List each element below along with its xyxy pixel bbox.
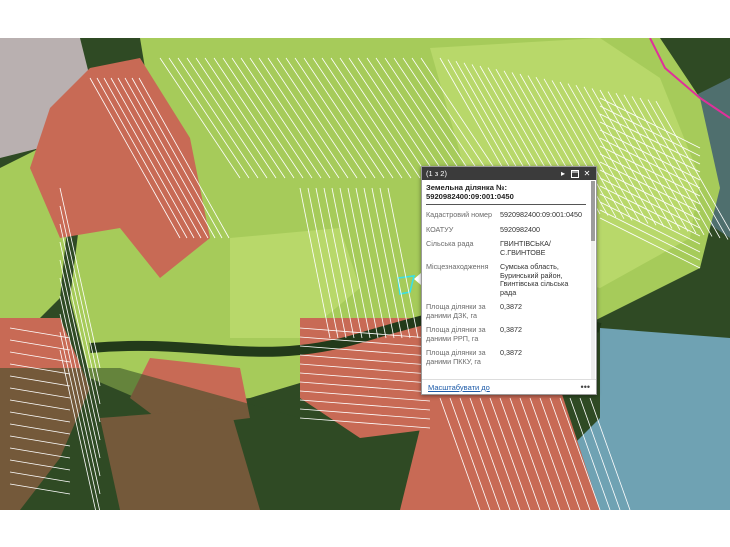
popup-scrollbar[interactable] bbox=[591, 181, 595, 379]
scroll-thumb[interactable] bbox=[591, 181, 595, 241]
attribute-row: Місцезнаходження Сумська область, Буринсь… bbox=[426, 261, 586, 301]
attribute-row: Площа ділянки за даними ДЗК, га 0,3872 bbox=[426, 301, 586, 324]
popup-body: Земельна ділянка №: 5920982400:09:001:04… bbox=[422, 180, 590, 380]
attribute-label: Площа ділянки за даними ПККУ, га bbox=[426, 348, 486, 366]
more-actions-icon[interactable]: ••• bbox=[581, 382, 590, 392]
attribute-value: 0,3872 bbox=[500, 348, 522, 357]
attribute-label: Кадастровий номер bbox=[426, 210, 493, 219]
map-view[interactable] bbox=[0, 38, 730, 510]
attribute-label: КОАТУУ bbox=[426, 224, 454, 234]
attribute-row: Сільська рада ГВИНТІВСЬКА/ С.ГВИНТОВЕ bbox=[426, 238, 586, 261]
attribute-value: Сумська область, Буринський район, Гвинт… bbox=[500, 262, 569, 297]
cadastral-map[interactable] bbox=[0, 38, 730, 510]
popup-pointer bbox=[414, 273, 421, 285]
attribute-label: Сільська рада bbox=[426, 239, 474, 248]
zoom-to-link[interactable]: Масштабувати до bbox=[428, 383, 581, 392]
maximize-icon[interactable] bbox=[570, 169, 580, 179]
attribute-label: Місцезнаходження bbox=[426, 262, 489, 271]
attribute-label: Площа ділянки за даними ДЗК, га bbox=[426, 302, 486, 320]
popup-header: (1 з 2) ▸ ✕ bbox=[422, 167, 596, 180]
feature-count: (1 з 2) bbox=[426, 169, 447, 178]
next-icon[interactable]: ▸ bbox=[558, 169, 568, 179]
attribute-value: 0,3872 bbox=[500, 325, 522, 334]
close-icon[interactable]: ✕ bbox=[582, 169, 592, 179]
attribute-value: ГВИНТІВСЬКА/ С.ГВИНТОВЕ bbox=[500, 239, 551, 257]
attribute-row: Площа ділянки за даними РРП, га 0,3872 bbox=[426, 324, 586, 347]
attribute-row: Кадастровий номер 5920982400:09:001:0450 bbox=[426, 209, 586, 224]
attribute-label: Площа ділянки за даними РРП, га bbox=[426, 325, 486, 343]
attribute-value: 5920982400:09:001:0450 bbox=[500, 210, 582, 219]
popup-title: Земельна ділянка №: 5920982400:09:001:04… bbox=[426, 183, 586, 205]
popup-footer: Масштабувати до ••• bbox=[422, 379, 596, 394]
feature-popup: (1 з 2) ▸ ✕ Земельна ділянка №: 59209824… bbox=[421, 166, 597, 395]
attribute-table: Кадастровий номер 5920982400:09:001:0450 … bbox=[426, 209, 586, 370]
attribute-value: 0,3872 bbox=[500, 302, 522, 311]
attribute-row: КОАТУУ 5920982400 bbox=[426, 224, 586, 239]
attribute-value: 5920982400 bbox=[500, 224, 540, 234]
attribute-row: Площа ділянки за даними ПККУ, га 0,3872 bbox=[426, 347, 586, 370]
